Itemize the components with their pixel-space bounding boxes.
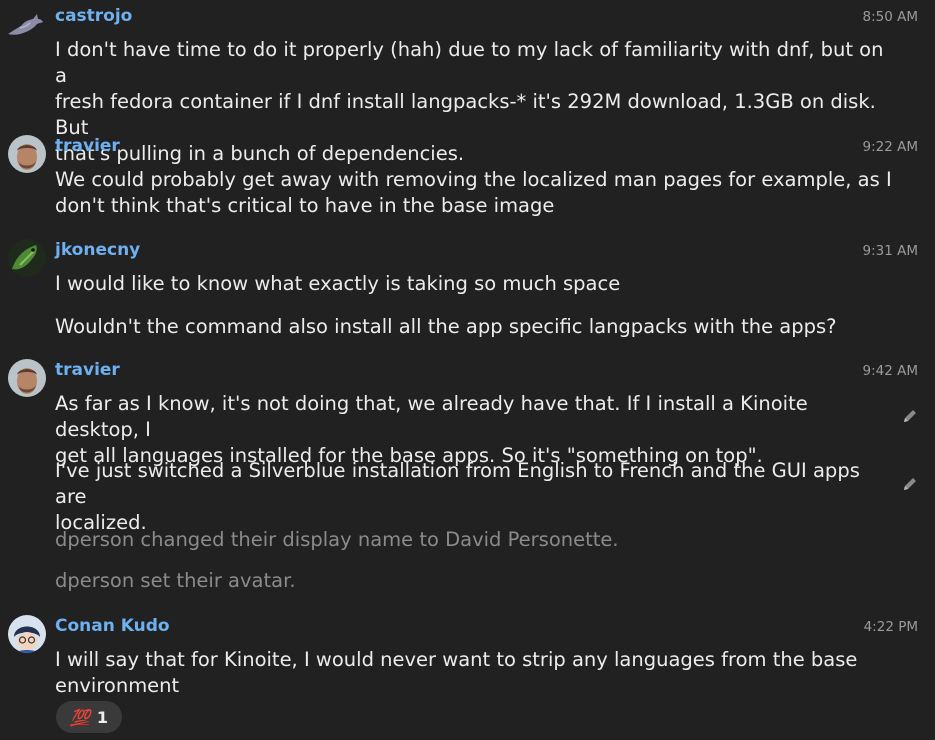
membership-notice: dperson changed their display name to Da… (55, 528, 619, 551)
message-line: don't think that's critical to have in t… (55, 194, 555, 217)
pencil-icon[interactable] (901, 475, 919, 493)
message-body: I've just switched a Silverblue installa… (55, 458, 895, 536)
author-name[interactable]: jkonecny (55, 240, 140, 260)
timestamp: 8:50 AM (862, 9, 919, 25)
user-photo-icon (8, 135, 46, 173)
membership-notice: dperson set their avatar. (55, 569, 296, 592)
author-name[interactable]: travier (55, 136, 120, 156)
timestamp: 4:22 PM (863, 619, 918, 635)
timestamp: 9:22 AM (862, 139, 919, 155)
message-body: I will say that for Kinoite, I would nev… (55, 647, 895, 699)
author-name[interactable]: travier (55, 360, 120, 380)
avatar-travier[interactable] (8, 135, 46, 173)
message-body: I would like to know what exactly is tak… (55, 272, 621, 295)
message-castrojo: castrojo 8:50 AM I don't have time to do… (0, 0, 935, 165)
reaction-chip[interactable]: 💯 1 (56, 701, 122, 733)
reaction-count: 1 (96, 707, 109, 727)
timestamp: 9:31 AM (862, 243, 919, 259)
message-line: I've just switched a Silverblue installa… (55, 459, 860, 508)
wolf-avatar-icon (8, 14, 43, 35)
anime-avatar-icon (8, 615, 46, 653)
message-line: I don't have time to do it properly (hah… (55, 38, 884, 87)
message-body: Wouldn't the command also install all th… (55, 315, 837, 338)
lizard-avatar-icon (8, 239, 46, 277)
message-line: environment (55, 674, 180, 697)
author-name[interactable]: Conan Kudo (55, 616, 170, 636)
user-photo-icon (8, 359, 46, 397)
hundred-points-icon: 💯 (69, 707, 90, 727)
message-line: As far as I know, it's not doing that, w… (55, 392, 808, 441)
author-name[interactable]: castrojo (55, 6, 132, 26)
message-line: We could probably get away with removing… (55, 168, 892, 191)
avatar-jkonecny[interactable] (8, 239, 46, 277)
timestamp: 9:42 AM (862, 363, 919, 379)
message-conan-kudo: Conan Kudo 4:22 PM I will say that for K… (0, 610, 935, 740)
message-line: I will say that for Kinoite, I would nev… (55, 648, 858, 671)
pencil-icon[interactable] (901, 407, 919, 425)
message-jkonecny: jkonecny 9:31 AM I would like to know wh… (0, 234, 935, 344)
avatar-castrojo[interactable] (6, 8, 46, 40)
message-travier: travier 9:22 AM We could probably get aw… (0, 130, 935, 225)
avatar-travier[interactable] (8, 359, 46, 397)
message-body: We could probably get away with removing… (55, 167, 895, 219)
message-travier-2: travier 9:42 AM As far as I know, it's n… (0, 354, 935, 534)
avatar-conan-kudo[interactable] (8, 615, 46, 653)
